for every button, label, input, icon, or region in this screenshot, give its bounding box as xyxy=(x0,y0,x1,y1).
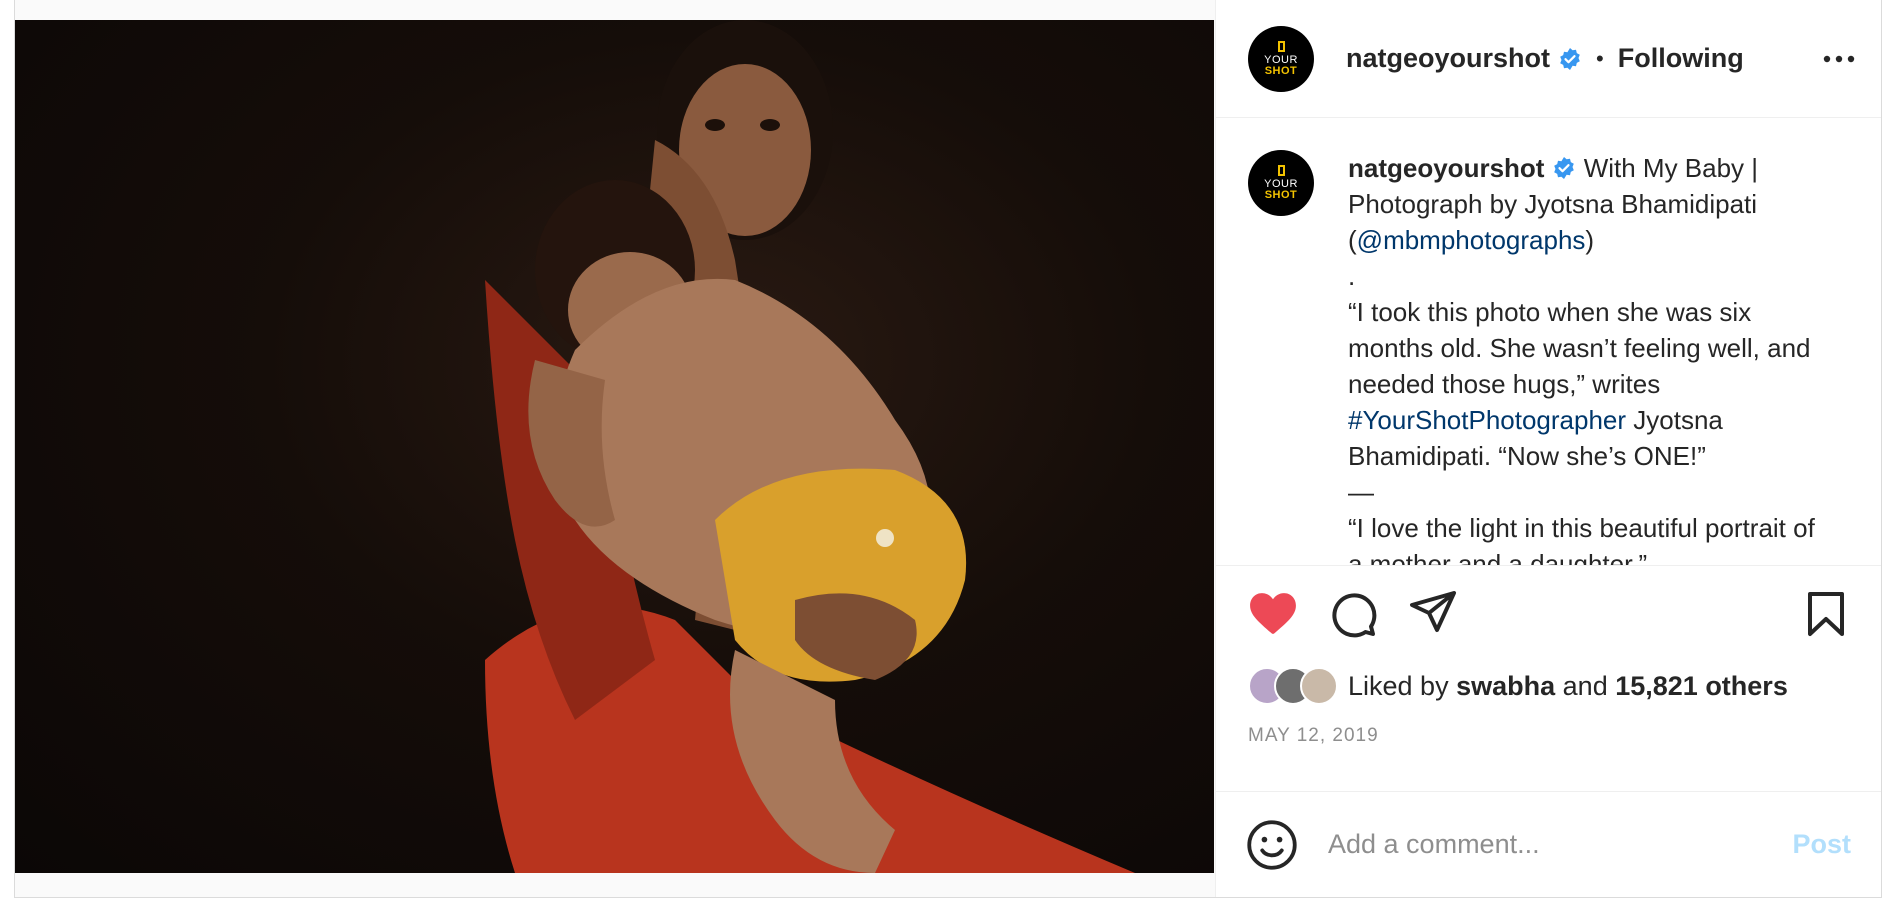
profile-avatar[interactable]: YOUR SHOT xyxy=(1248,25,1314,92)
likes-summary: Liked by swabha and 15,821 others xyxy=(1216,662,1881,710)
caption-dash-line: — xyxy=(1348,477,1374,507)
photo-illustration xyxy=(485,20,1135,873)
hashtag-link[interactable]: #YourShotPhotographer xyxy=(1348,405,1626,435)
caption-avatar[interactable]: YOUR SHOT xyxy=(1248,150,1314,216)
post-header: YOUR SHOT natgeoyourshot • Following xyxy=(1216,0,1881,118)
share-button[interactable] xyxy=(1406,587,1460,641)
following-button[interactable]: Following xyxy=(1618,43,1744,74)
caption-close-paren: ) xyxy=(1585,225,1595,255)
more-options-icon[interactable] xyxy=(1817,37,1861,81)
bookmark-icon xyxy=(1808,592,1844,636)
mother-eye-left xyxy=(705,119,725,131)
likes-connector: and xyxy=(1562,670,1608,701)
action-bar xyxy=(1216,566,1881,662)
avatar-text-bottom: SHOT xyxy=(1264,64,1298,77)
caption-area: YOUR SHOT natgeoyourshot With My Baby | … xyxy=(1216,118,1881,566)
mother-eye-right xyxy=(760,119,780,131)
post-comment-button[interactable]: Post xyxy=(1792,829,1851,860)
comment-input[interactable] xyxy=(1328,829,1793,860)
caption-quote-2: “I love the light in this beautiful port… xyxy=(1348,513,1815,566)
caption-dot-line: . xyxy=(1348,261,1356,291)
emoji-icon[interactable] xyxy=(1246,819,1298,871)
caption-text: natgeoyourshot With My Baby | Photograph… xyxy=(1348,150,1828,566)
caption-quote-1: “I took this photo when she was six mont… xyxy=(1348,297,1811,399)
post-photo[interactable] xyxy=(15,20,1214,873)
photo-pane xyxy=(15,0,1215,897)
caption-username[interactable]: natgeoyourshot xyxy=(1348,153,1544,183)
header-username[interactable]: natgeoyourshot xyxy=(1346,43,1550,74)
header-separator: • xyxy=(1596,45,1604,71)
save-button[interactable] xyxy=(1799,587,1853,641)
liker-avatar xyxy=(1300,667,1338,705)
avatar-text-top: YOUR xyxy=(1264,53,1298,66)
comment-icon xyxy=(1332,593,1377,638)
likes-prefix: Liked by xyxy=(1348,670,1449,701)
side-panel: YOUR SHOT natgeoyourshot • Following YOU… xyxy=(1215,0,1881,897)
verified-badge-icon xyxy=(1560,47,1580,70)
liker-avatars[interactable] xyxy=(1248,667,1338,705)
natgeo-logo-icon xyxy=(1277,40,1285,52)
comment-bar: Post xyxy=(1216,791,1881,897)
send-icon xyxy=(1410,591,1456,632)
likes-count[interactable]: 15,821 others xyxy=(1615,671,1788,702)
natgeo-logo-icon xyxy=(1277,165,1285,176)
verified-badge-icon xyxy=(1554,157,1575,179)
shorts-button xyxy=(876,529,894,547)
post-date[interactable]: MAY 12, 2019 xyxy=(1216,716,1881,756)
like-button[interactable] xyxy=(1246,587,1300,641)
mention-link[interactable]: @mbmphotographs xyxy=(1357,225,1586,255)
comment-button[interactable] xyxy=(1326,587,1380,641)
avatar-text-bottom: SHOT xyxy=(1264,189,1298,201)
heart-icon xyxy=(1250,593,1296,634)
liker-username[interactable]: swabha xyxy=(1456,671,1555,702)
caption-open-paren: ( xyxy=(1348,225,1357,255)
post-container: YOUR SHOT natgeoyourshot • Following YOU… xyxy=(14,0,1882,898)
